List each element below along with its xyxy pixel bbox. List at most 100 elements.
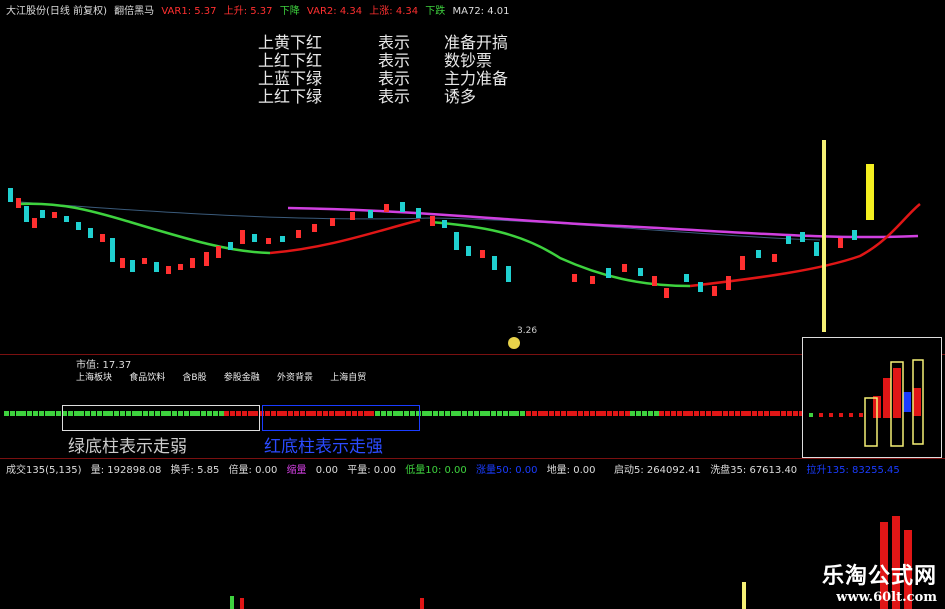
strength-dot bbox=[433, 411, 439, 416]
strength-dot bbox=[9, 411, 15, 416]
weak-highlight-box bbox=[62, 405, 260, 431]
strength-dot bbox=[560, 411, 566, 416]
strength-dot bbox=[4, 411, 9, 416]
inset-bar bbox=[883, 378, 891, 418]
strength-dot bbox=[601, 411, 607, 416]
volume-bar bbox=[420, 598, 424, 609]
strength-dot bbox=[630, 411, 636, 416]
strength-dot bbox=[44, 411, 50, 416]
zoom-inset bbox=[802, 337, 942, 458]
strong-highlight-box bbox=[262, 405, 420, 431]
inset-dot bbox=[819, 413, 823, 417]
panel-separator bbox=[0, 458, 945, 459]
strength-dot bbox=[700, 411, 705, 416]
strength-dot bbox=[787, 411, 792, 416]
inset-dot bbox=[809, 413, 813, 417]
strength-dot bbox=[763, 411, 769, 416]
strong-caption: 红底柱表示走强 bbox=[264, 437, 383, 457]
strength-dot bbox=[537, 411, 543, 416]
strength-dot bbox=[746, 411, 752, 416]
strength-dot bbox=[21, 411, 27, 416]
strength-dot bbox=[33, 411, 38, 416]
strength-dot bbox=[444, 411, 450, 416]
strength-dot bbox=[618, 411, 624, 416]
strength-dot bbox=[502, 411, 508, 416]
strength-dot bbox=[15, 411, 21, 416]
strength-dot bbox=[520, 411, 526, 416]
strength-dot bbox=[624, 411, 630, 416]
strength-dot bbox=[607, 411, 613, 416]
strength-dot bbox=[56, 411, 62, 416]
watermark-url[interactable]: www.60lt.com bbox=[822, 590, 937, 605]
candle bbox=[838, 238, 843, 248]
strength-dot bbox=[595, 411, 601, 416]
strength-dot bbox=[555, 411, 560, 416]
strength-dot bbox=[659, 411, 665, 416]
inset-bar bbox=[913, 388, 921, 416]
inset-dot bbox=[839, 413, 843, 417]
strength-dot bbox=[688, 411, 694, 416]
strength-dot bbox=[27, 411, 33, 416]
weak-caption: 绿底柱表示走弱 bbox=[68, 437, 187, 457]
strength-dot bbox=[734, 411, 740, 416]
strength-dot bbox=[491, 411, 497, 416]
strength-dot bbox=[792, 411, 798, 416]
strength-dot bbox=[549, 411, 555, 416]
strength-dot bbox=[584, 411, 589, 416]
strength-dot bbox=[589, 411, 595, 416]
strength-dot bbox=[531, 411, 537, 416]
strength-dot bbox=[526, 411, 531, 416]
inset-dot bbox=[829, 413, 833, 417]
volume-bar bbox=[742, 582, 746, 609]
strength-dot bbox=[479, 411, 485, 416]
strength-dot bbox=[636, 411, 642, 416]
candle bbox=[852, 230, 857, 240]
strength-dot bbox=[647, 411, 653, 416]
strength-dot bbox=[740, 411, 746, 416]
strength-dot bbox=[514, 411, 520, 416]
strength-dot bbox=[676, 411, 682, 416]
inset-bar bbox=[893, 368, 901, 418]
strength-dot bbox=[665, 411, 671, 416]
strength-dot bbox=[462, 411, 468, 416]
signal-marker-line bbox=[822, 140, 826, 332]
volume-bar bbox=[240, 598, 244, 609]
strength-dot bbox=[456, 411, 462, 416]
volume-bar bbox=[230, 596, 234, 609]
strength-dot bbox=[711, 411, 717, 416]
strength-dot bbox=[758, 411, 763, 416]
zoom-inset-chart bbox=[809, 359, 924, 447]
strength-dot bbox=[473, 411, 479, 416]
strength-dot bbox=[694, 411, 700, 416]
watermark: 乐淘公式网 www.60lt.com bbox=[822, 558, 937, 605]
strength-dot bbox=[497, 411, 502, 416]
inset-dot bbox=[859, 413, 863, 417]
strength-dot bbox=[775, 411, 781, 416]
candle bbox=[814, 242, 819, 256]
strength-dot bbox=[613, 411, 618, 416]
strength-dot bbox=[543, 411, 549, 416]
strength-dot bbox=[450, 411, 456, 416]
strength-dot bbox=[578, 411, 584, 416]
inset-bar bbox=[903, 392, 911, 412]
strength-dot bbox=[752, 411, 758, 416]
strength-dot bbox=[50, 411, 56, 416]
strength-dot bbox=[508, 411, 514, 416]
strength-dot bbox=[572, 411, 578, 416]
strength-dot bbox=[717, 411, 723, 416]
strength-dot bbox=[427, 411, 433, 416]
strength-dot bbox=[468, 411, 473, 416]
volume-chart bbox=[230, 516, 912, 609]
candle bbox=[866, 164, 874, 220]
strength-dot bbox=[439, 411, 444, 416]
strength-dot bbox=[682, 411, 688, 416]
strength-dot bbox=[566, 411, 572, 416]
candle bbox=[800, 232, 805, 242]
inset-dot bbox=[849, 413, 853, 417]
strength-dot bbox=[705, 411, 711, 416]
strength-dot bbox=[723, 411, 729, 416]
strength-dot bbox=[769, 411, 775, 416]
strength-dot bbox=[671, 411, 676, 416]
strength-dot bbox=[729, 411, 734, 416]
strength-dot bbox=[653, 411, 659, 416]
